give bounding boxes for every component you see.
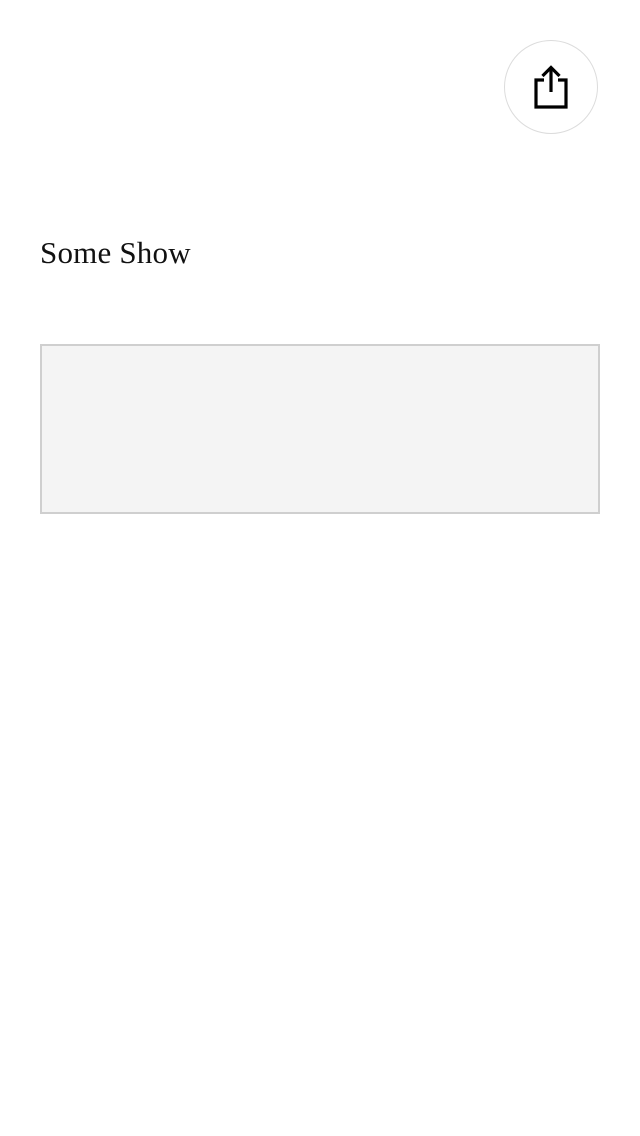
content-placeholder-box <box>40 344 600 514</box>
share-button[interactable] <box>504 40 598 134</box>
share-icon <box>533 64 569 110</box>
show-title: Some Show <box>40 235 191 270</box>
